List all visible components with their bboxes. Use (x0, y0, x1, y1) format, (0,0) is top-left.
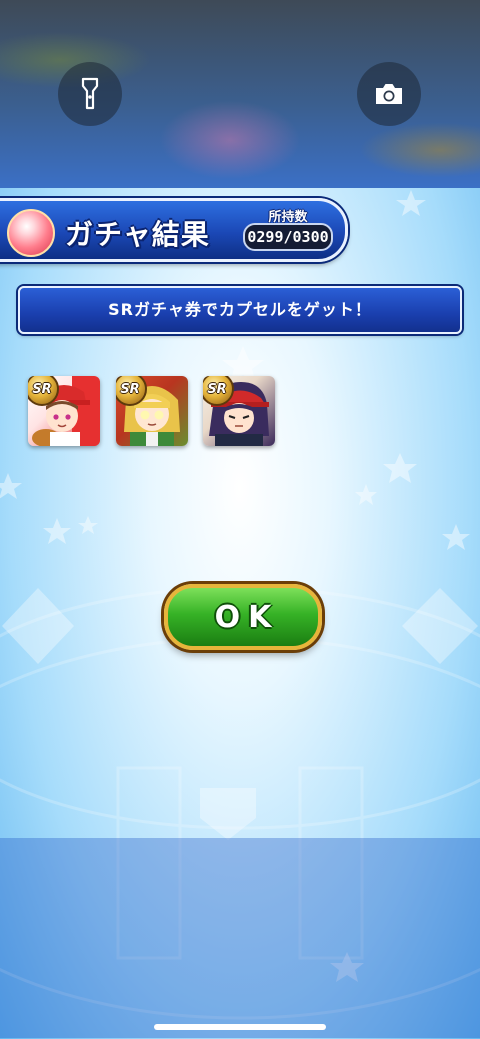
result-card[interactable]: SR (116, 376, 188, 446)
capsule-icon (7, 209, 55, 257)
camera-button[interactable] (357, 62, 421, 126)
ok-button[interactable]: OK (164, 584, 322, 650)
title-bar: ガチャ結果 所持数 0299/0300 (0, 198, 348, 262)
result-card[interactable]: SR (203, 376, 275, 446)
flashlight-icon (81, 77, 99, 110)
page-title: ガチャ結果 (65, 218, 210, 251)
result-message: SRガチャ券でカプセルをゲット！ (18, 286, 462, 334)
holdings-counter: 所持数 0299/0300 (243, 206, 333, 252)
camera-icon (376, 84, 402, 104)
result-card[interactable]: SR (28, 376, 100, 446)
gacha-result-screen: ガチャ結果 所持数 0299/0300 SRガチャ券でカプセルをゲット！ SR (0, 188, 480, 1039)
flashlight-button[interactable] (58, 62, 122, 126)
holdings-count: 0299/0300 (243, 223, 333, 251)
ok-button-label: OK (214, 599, 280, 635)
home-indicator[interactable] (154, 1024, 326, 1030)
